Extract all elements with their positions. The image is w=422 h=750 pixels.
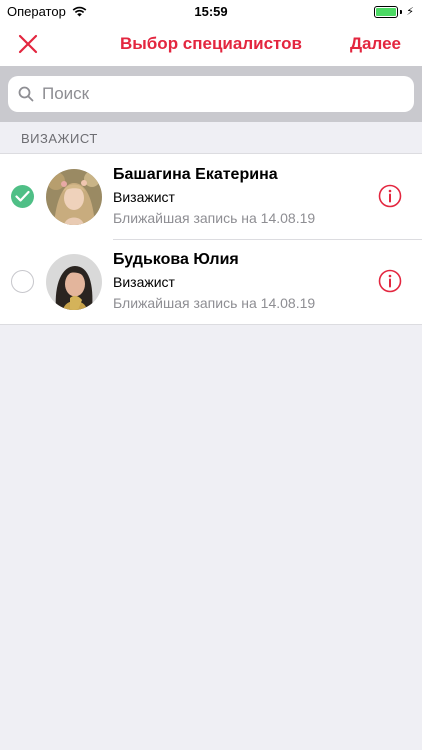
checkmark-icon xyxy=(15,190,30,202)
search-icon xyxy=(18,86,34,102)
search-field[interactable] xyxy=(8,76,414,112)
avatar xyxy=(46,169,102,225)
status-time: 15:59 xyxy=(194,4,228,19)
battery-icon: ⚡ xyxy=(374,5,414,18)
info-icon[interactable] xyxy=(378,269,402,293)
specialist-role: Визажист xyxy=(113,189,175,205)
section-header: ВИЗАЖИСТ xyxy=(0,122,422,154)
list-item[interactable]: Башагина Екатерина Визажист Ближайшая за… xyxy=(0,154,422,239)
specialist-name: Башагина Екатерина xyxy=(113,166,278,183)
unselected-checkbox[interactable] xyxy=(11,270,34,293)
next-appointment: Ближайшая запись на 14.08.19 xyxy=(113,295,316,311)
next-appointment: Ближайшая запись на 14.08.19 xyxy=(113,210,316,226)
status-bar: Оператор 15:59 ⚡ xyxy=(0,0,422,22)
specialist-name: Будькова Юлия xyxy=(113,251,239,268)
next-button[interactable]: Далее xyxy=(350,34,401,54)
specialist-role: Визажист xyxy=(113,274,175,290)
avatar xyxy=(46,254,102,310)
navigation-bar: Выбор специалистов Далее xyxy=(0,22,422,66)
search-bar xyxy=(0,66,422,122)
search-input[interactable] xyxy=(42,84,402,104)
selected-checkbox[interactable] xyxy=(11,185,34,208)
specialist-list: Башагина Екатерина Визажист Ближайшая за… xyxy=(0,153,422,325)
list-item[interactable]: Будькова Юлия Визажист Ближайшая запись … xyxy=(0,239,422,324)
info-icon[interactable] xyxy=(378,184,402,208)
charging-icon: ⚡ xyxy=(406,6,414,18)
